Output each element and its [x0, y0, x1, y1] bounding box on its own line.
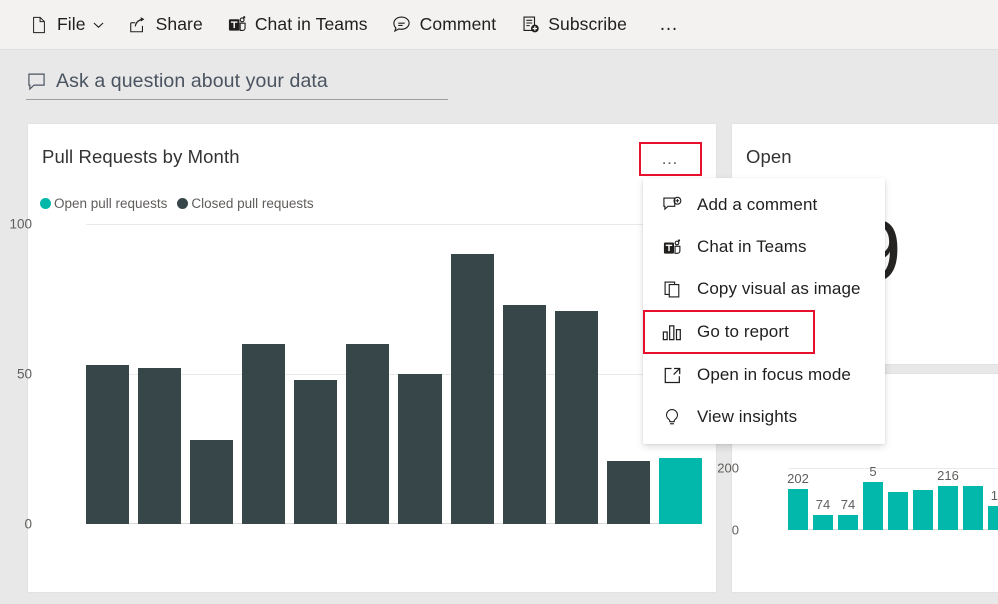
chevron-down-icon	[93, 21, 104, 29]
qna-placeholder: Ask a question about your data	[56, 70, 328, 92]
command-comment[interactable]: Comment	[383, 8, 506, 42]
bar-2[interactable]	[138, 368, 182, 524]
command-share-label: Share	[155, 14, 203, 34]
legend-swatch-open	[40, 198, 51, 209]
command-chat-in-teams[interactable]: Chat in Teams	[218, 8, 377, 42]
menu-item-label: Go to report	[697, 322, 789, 341]
small-bar-label-2: 74	[815, 497, 831, 513]
copy-icon	[661, 278, 683, 300]
menu-item-add-a-comment[interactable]: Add a comment	[643, 184, 885, 226]
small-bar-2[interactable]: 74	[813, 497, 833, 530]
share-icon	[128, 15, 148, 35]
qna-chat-icon	[26, 72, 48, 92]
command-overflow[interactable]: …	[642, 8, 697, 42]
bar-series	[86, 224, 702, 524]
small-bar-label-9: 12	[990, 487, 998, 503]
bar-10[interactable]	[554, 311, 598, 524]
command-file-label: File	[57, 14, 86, 34]
teams-icon	[661, 236, 683, 258]
bar-8[interactable]	[450, 254, 494, 524]
focus-mode-icon	[661, 364, 683, 386]
legend-item-closed[interactable]: Closed pull requests	[177, 196, 314, 211]
bar-7[interactable]	[398, 374, 442, 524]
menu-item-label: Open in focus mode	[697, 365, 851, 384]
more-options-button[interactable]: …	[639, 142, 702, 176]
legend-label-closed: Closed pull requests	[191, 196, 314, 211]
menu-item-open-in-focus-mode[interactable]: Open in focus mode	[643, 354, 885, 396]
bar-11[interactable]	[606, 461, 650, 524]
menu-item-label: Add a comment	[697, 195, 818, 214]
menu-item-copy-visual-as-image[interactable]: Copy visual as image	[643, 268, 885, 310]
chart-legend: Open pull requests Closed pull requests	[40, 196, 324, 211]
bar-3[interactable]	[190, 440, 234, 524]
qna-search-bar[interactable]: Ask a question about your data	[26, 64, 448, 100]
legend-swatch-closed	[177, 198, 189, 209]
small-bar-label-1: 202	[787, 471, 809, 487]
page-title: Pull Requests by Month	[42, 146, 240, 167]
command-file[interactable]: File	[20, 8, 113, 42]
menu-item-label: View insights	[697, 407, 798, 426]
small-bar-8[interactable]	[963, 486, 983, 530]
small-bar-7[interactable]: 216	[937, 468, 959, 530]
small-bar-9[interactable]: 12	[988, 488, 998, 530]
small-bar-series: 202 74 74 5 216 12	[787, 438, 998, 530]
bar-1[interactable]	[86, 365, 130, 524]
bar-6[interactable]	[346, 344, 390, 524]
file-icon	[29, 15, 49, 35]
visual-card-pull-requests: Pull Requests by Month … Open pull reque…	[9, 124, 716, 592]
subscribe-icon	[520, 15, 540, 35]
small-bar-label-7: 216	[937, 468, 959, 484]
command-comment-label: Comment	[419, 14, 497, 34]
small-bar-label-3: 74	[840, 497, 856, 513]
y-tick-100: 100	[9, 216, 32, 232]
small-y-tick-0: 0	[731, 522, 739, 538]
menu-item-view-insights[interactable]: View insights	[643, 396, 885, 438]
small-bar-1[interactable]: 202	[787, 471, 809, 530]
y-tick-0: 0	[24, 516, 32, 532]
legend-label-open: Open pull requests	[54, 196, 168, 211]
command-share[interactable]: Share	[119, 8, 212, 42]
menu-item-go-to-report[interactable]: Go to report	[643, 310, 815, 354]
small-bar-5[interactable]	[888, 491, 908, 530]
bar-5[interactable]	[294, 380, 338, 524]
bar-9[interactable]	[502, 305, 546, 524]
bar-12[interactable]	[658, 458, 702, 524]
command-subscribe[interactable]: Subscribe	[511, 8, 636, 42]
small-bar-6[interactable]	[913, 489, 933, 530]
command-subscribe-label: Subscribe	[548, 14, 627, 34]
add-comment-icon	[661, 194, 683, 216]
lightbulb-icon	[661, 406, 683, 428]
small-bar-chart-plot-area: 202 74 74 5 216 12 200 0	[717, 438, 998, 538]
comment-icon	[392, 15, 412, 35]
small-bar-3[interactable]: 74	[838, 497, 858, 530]
command-chat-in-teams-label: Chat in Teams	[254, 14, 368, 34]
visual-context-menu: Add a comment Chat in Teams Copy visual …	[643, 178, 885, 444]
bars-container	[86, 224, 702, 524]
y-tick-50: 50	[16, 366, 32, 382]
small-bar-label-4: 5	[869, 464, 877, 480]
small-bars-container: 202 74 74 5 216 12	[787, 438, 998, 530]
more-options-label: …	[661, 149, 680, 168]
bar-chart-icon	[661, 321, 683, 343]
menu-item-label: Chat in Teams	[697, 237, 807, 256]
kpi-title: Open	[746, 146, 792, 167]
small-y-tick-200: 200	[717, 460, 739, 476]
legend-item-open[interactable]: Open pull requests	[40, 196, 167, 211]
teams-icon	[227, 15, 247, 35]
command-overflow-label: …	[658, 13, 680, 35]
bar-chart-plot-area: 100 50 0	[9, 217, 702, 532]
menu-item-label: Copy visual as image	[697, 279, 861, 298]
menu-item-chat-in-teams[interactable]: Chat in Teams	[643, 226, 885, 268]
bar-4[interactable]	[242, 344, 286, 524]
small-bar-4[interactable]: 5	[863, 464, 883, 530]
command-bar: File Share Chat in Teams Comment Subscri…	[0, 0, 998, 50]
